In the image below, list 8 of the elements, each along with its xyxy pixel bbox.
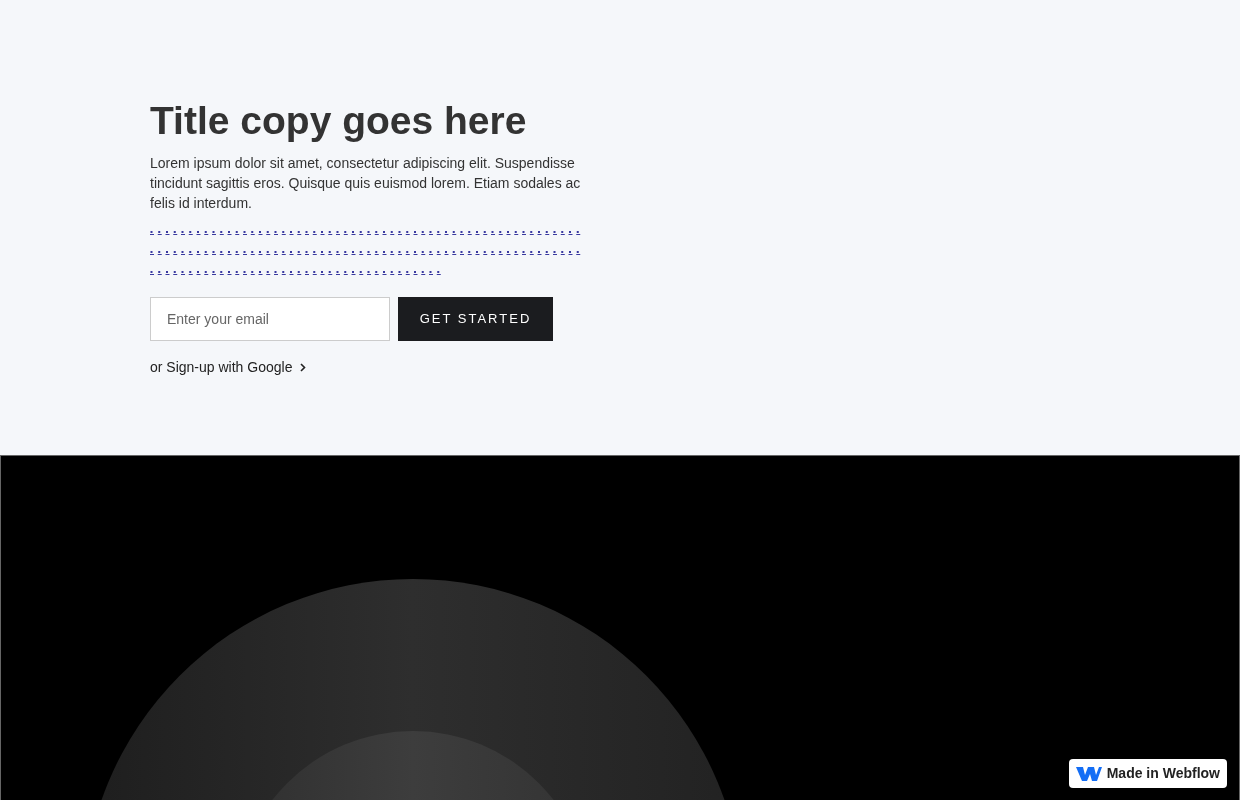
get-started-button[interactable]: GET STARTED [398,296,553,341]
google-signup-link[interactable]: or Sign-up with Google [150,356,307,378]
email-field[interactable]: Enter your email [150,296,390,341]
chevron-icon [300,362,307,372]
logo-icon [1075,765,1102,782]
webflow-badge[interactable]: Made in Webflow [1068,759,1227,788]
hero-description: Lorem ipsum dolor sit amet, consectetur adipiscing elit. Suspendisse tincidunt sagittis eros. Quisque quis euismod lorem. Etiam sodales ac felis id interdum. [150,153,582,213]
hero-title: Title copy goes here [150,100,528,143]
